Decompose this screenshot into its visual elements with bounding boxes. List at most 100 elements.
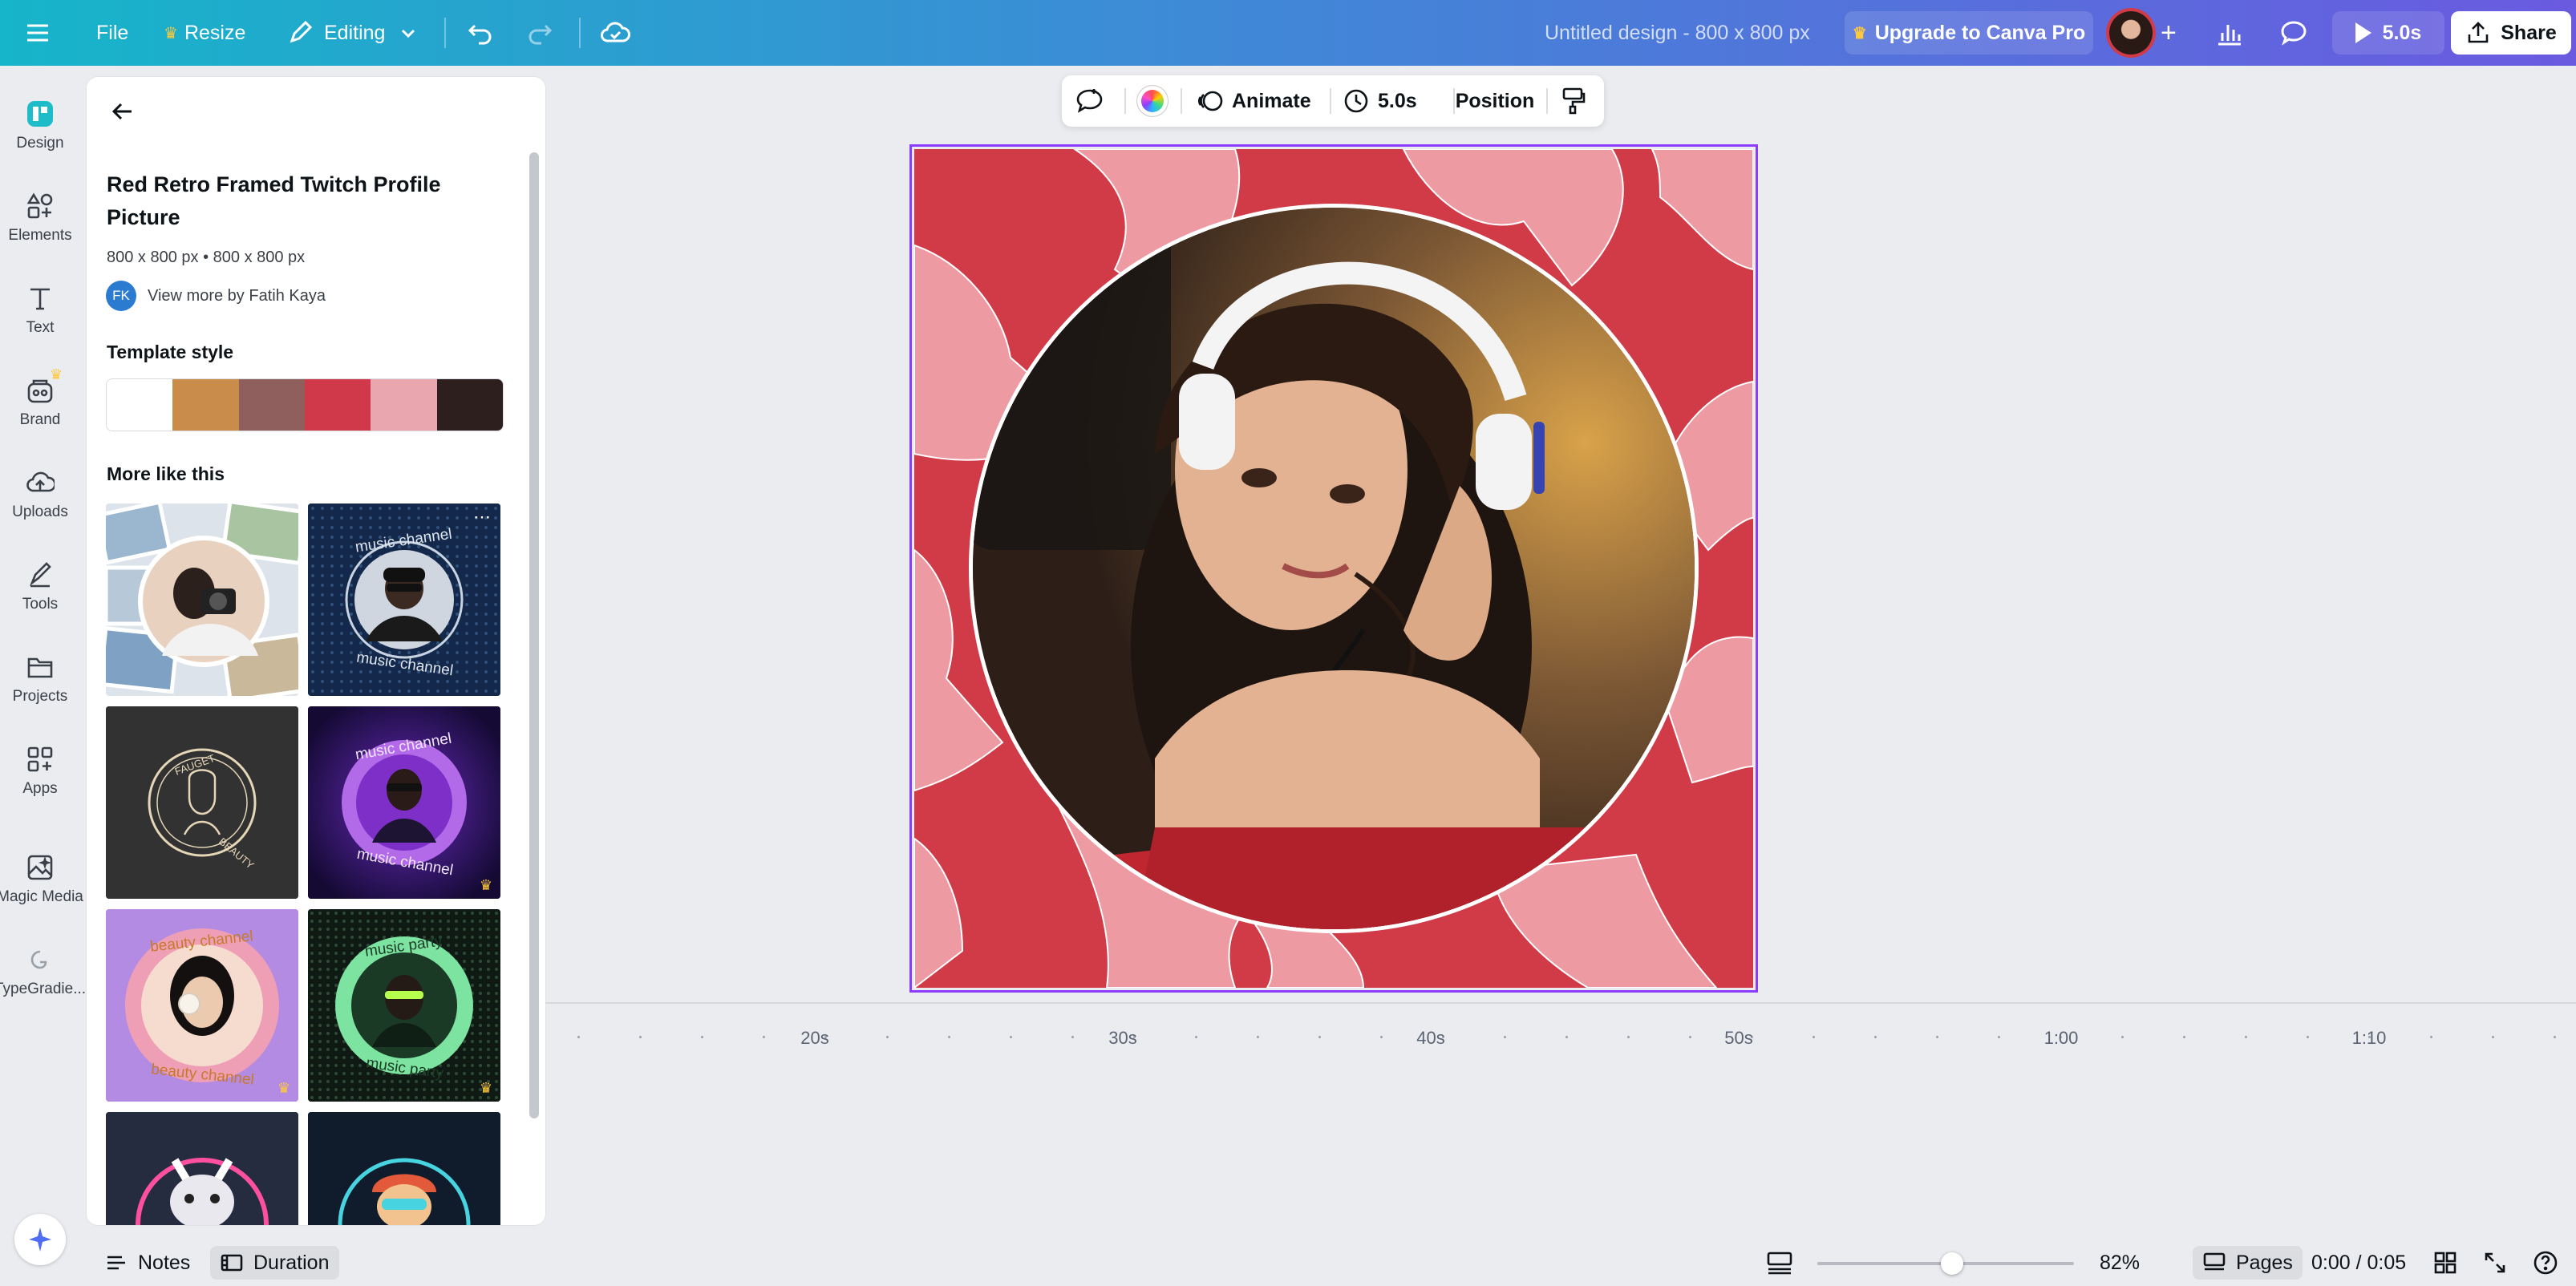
template-thumbnail-art	[106, 1112, 298, 1225]
avatar[interactable]	[2106, 8, 2156, 58]
bottom-bar: Notes Duration 82% Pages 0:00 / 0:05	[80, 1239, 2576, 1286]
position-button[interactable]: Position	[1455, 75, 1535, 127]
fullscreen-icon[interactable]	[2483, 1239, 2507, 1286]
notes-button[interactable]: Notes	[104, 1239, 190, 1286]
timeline-tick	[1257, 1036, 1259, 1038]
author-link[interactable]: View more by Fatih Kaya	[148, 287, 326, 305]
template-thumbnail-art: beauty channel beauty channel	[106, 909, 298, 1102]
rail-item-apps[interactable]: Apps	[0, 727, 80, 807]
timeline-tick	[1689, 1036, 1691, 1038]
crown-icon: ♛	[164, 24, 178, 42]
playback-time: 0:00 / 0:05	[2311, 1251, 2407, 1274]
template-style-swatches[interactable]	[106, 378, 504, 431]
magic-assistant-button[interactable]	[14, 1214, 66, 1265]
analytics-icon[interactable]	[2215, 0, 2244, 66]
template-thumbnail[interactable]: music channel music channel ♛	[308, 706, 500, 899]
animate-button[interactable]: Animate	[1197, 75, 1311, 127]
duration-toggle[interactable]: Duration	[210, 1246, 339, 1280]
animate-label: Animate	[1232, 89, 1311, 112]
animate-icon	[1198, 91, 1223, 111]
color-swatch[interactable]	[238, 379, 305, 431]
add-collaborator-icon[interactable]: +	[2161, 0, 2177, 66]
cloud-save-icon[interactable]	[600, 0, 630, 66]
resize-button[interactable]: ♛ Resize	[164, 0, 245, 66]
copy-style-icon[interactable]	[1559, 75, 1586, 127]
template-thumbnail[interactable]	[106, 503, 298, 696]
design-page[interactable]	[914, 149, 1753, 988]
timeline-tick	[2307, 1036, 2309, 1038]
timeline-tick-label: 1:10	[2351, 1028, 2387, 1048]
color-swatch[interactable]	[172, 379, 239, 431]
timeline-tick	[701, 1036, 703, 1038]
timeline-tick-label: 20s	[800, 1028, 829, 1048]
rail-label-uploads: Uploads	[12, 503, 68, 520]
rail-item-uploads[interactable]: Uploads	[0, 451, 80, 531]
timeline-tick	[2121, 1036, 2124, 1038]
editing-mode-button[interactable]: Editing	[287, 0, 419, 66]
more-like-this-heading: More like this	[107, 463, 225, 484]
zoom-level[interactable]: 82%	[2100, 1239, 2140, 1286]
timeline-tick-label: 50s	[1724, 1028, 1753, 1048]
timeline-tick	[2183, 1036, 2185, 1038]
color-swatch[interactable]	[107, 379, 173, 431]
notes-icon	[107, 1256, 125, 1270]
folder-icon	[27, 657, 53, 678]
rail-item-brand[interactable]: Brand ♛	[0, 358, 80, 439]
upgrade-button[interactable]: ♛ Upgrade to Canva Pro	[1845, 11, 2093, 55]
template-title-line2: Picture	[107, 205, 180, 229]
back-arrow-icon[interactable]	[107, 96, 138, 131]
file-menu[interactable]: File	[96, 0, 128, 66]
color-swatch[interactable]	[304, 379, 371, 431]
rail-label-brand: Brand	[19, 411, 61, 428]
color-picker-icon[interactable]	[1137, 75, 1168, 127]
timeline-tick	[1504, 1036, 1506, 1038]
menu-icon[interactable]	[24, 0, 51, 66]
timeline-tick	[1195, 1036, 1197, 1038]
duration-button[interactable]: 5.0s	[1343, 75, 1417, 127]
chevron-down-icon	[402, 29, 415, 38]
play-button[interactable]: 5.0s	[2332, 11, 2444, 55]
timeline-ruler[interactable]: 20s 30s 40s 50s 1:00 1:10	[545, 1002, 2576, 1048]
template-thumbnail-art	[308, 1112, 500, 1225]
rail-item-projects[interactable]: Projects	[0, 635, 80, 715]
undo-icon[interactable]	[467, 0, 494, 66]
divider	[1546, 88, 1548, 114]
timeline-tick	[763, 1036, 765, 1038]
page-view-icon[interactable]	[1766, 1239, 1793, 1286]
share-button[interactable]: Share	[2451, 11, 2571, 55]
upload-cloud-icon	[26, 471, 55, 492]
comment-icon[interactable]	[2279, 0, 2308, 66]
template-thumbnail[interactable]: music party music party ♛	[308, 909, 500, 1102]
help-icon[interactable]	[2533, 1239, 2558, 1286]
template-thumbnail[interactable]: music channel music channel ⋯	[308, 503, 500, 696]
rail-label-projects: Projects	[12, 688, 68, 705]
rail-item-tools[interactable]: Tools	[0, 543, 80, 623]
top-bar: File ♛ Resize Editing Untitled design - …	[0, 0, 2576, 66]
grid-view-icon[interactable]	[2433, 1239, 2457, 1286]
pages-button[interactable]: Pages	[2193, 1246, 2303, 1280]
rail-item-design[interactable]: Design	[0, 82, 80, 162]
rail-item-elements[interactable]: Elements	[0, 174, 80, 254]
template-thumbnail[interactable]	[106, 1112, 298, 1225]
duration-label: Duration	[253, 1251, 330, 1274]
redo-icon[interactable]	[526, 0, 553, 66]
more-options-icon[interactable]: ⋯	[473, 507, 491, 528]
timeline-tick	[1874, 1036, 1877, 1038]
duration-label: 5.0s	[1378, 89, 1417, 112]
template-thumbnail[interactable]: FAUGET BEAUTY	[106, 706, 298, 899]
timeline-tick	[1998, 1036, 2000, 1038]
rail-item-magic-media[interactable]: Magic Media	[0, 835, 83, 916]
timeline-tick	[1627, 1036, 1630, 1038]
pages-label: Pages	[2236, 1251, 2293, 1274]
document-title[interactable]: Untitled design - 800 x 800 px	[1545, 0, 1810, 66]
template-thumbnail[interactable]: beauty channel beauty channel ♛	[106, 909, 298, 1102]
rail-item-text[interactable]: Text	[0, 266, 80, 346]
color-swatch[interactable]	[436, 379, 503, 431]
panel-scrollbar[interactable]	[529, 152, 539, 1118]
rail-item-typegradient[interactable]: TypeGradie...	[0, 928, 86, 1008]
zoom-slider-thumb[interactable]	[1941, 1252, 1963, 1275]
color-swatch[interactable]	[371, 379, 437, 431]
pencil-icon	[290, 20, 313, 43]
template-thumbnail[interactable]	[308, 1112, 500, 1225]
comment-add-icon[interactable]	[1075, 75, 1105, 127]
